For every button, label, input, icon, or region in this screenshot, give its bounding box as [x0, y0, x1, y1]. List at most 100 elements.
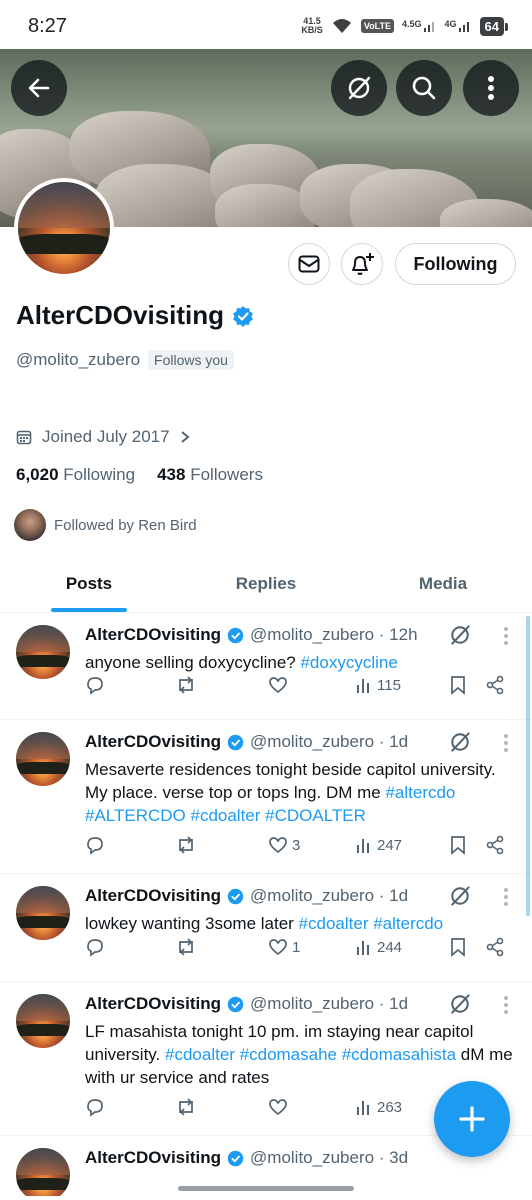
like-button[interactable]: [268, 675, 292, 695]
post-avatar[interactable]: [16, 886, 70, 940]
reply-icon: [87, 837, 103, 855]
post-avatar[interactable]: [16, 994, 70, 1048]
status-icons: 41.5 KB/S VoLTE 4.5G 4G 64: [301, 16, 509, 36]
reply-button[interactable]: [85, 1097, 105, 1117]
volte-badge: VoLTE: [360, 19, 394, 33]
grok-icon[interactable]: [448, 623, 472, 647]
home-indicator[interactable]: [178, 1186, 354, 1191]
like-button[interactable]: 1: [268, 937, 300, 957]
reply-icon: [87, 939, 103, 957]
notify-button[interactable]: [341, 243, 383, 285]
grok-icon[interactable]: [448, 730, 472, 754]
post-more-icon[interactable]: [504, 888, 508, 906]
battery-indicator: 64: [479, 16, 509, 36]
reply-button[interactable]: [85, 675, 105, 695]
bell-plus-icon: [352, 253, 374, 275]
post-author-name[interactable]: AlterCDOvisiting: [85, 732, 221, 752]
joined-text: Joined July 2017: [42, 427, 170, 446]
grok-button[interactable]: [331, 60, 387, 116]
post-item[interactable]: AlterCDOvisiting @molito_zubero · 1d low…: [0, 874, 532, 982]
post-hashtags[interactable]: #cdoalter #altercdo: [299, 914, 444, 933]
post-hashtags[interactable]: #cdoalter #cdomasahe #cdomasahista: [165, 1045, 456, 1064]
views-button[interactable]: 263: [355, 1098, 402, 1116]
follow-stats: 6,020 Following 438 Followers: [16, 465, 263, 485]
following-button[interactable]: Following: [395, 243, 516, 285]
signal-4-5g: 4.5G: [402, 19, 437, 33]
profile-avatar[interactable]: [14, 178, 114, 278]
repost-button[interactable]: [175, 835, 197, 855]
wifi-icon: [332, 19, 351, 33]
views-button[interactable]: 244: [355, 938, 402, 956]
reply-button[interactable]: [85, 937, 105, 957]
tab-media[interactable]: Media: [354, 555, 532, 612]
profile-tabs: Posts Replies Media: [0, 555, 532, 613]
followed-by[interactable]: Followed by Ren Bird: [14, 509, 197, 541]
post-avatar[interactable]: [16, 732, 70, 786]
post-author-name[interactable]: AlterCDOvisiting: [85, 1148, 221, 1168]
mail-icon: [298, 255, 320, 273]
status-time: 8:27: [28, 14, 67, 37]
more-options-button[interactable]: [463, 60, 519, 116]
tab-posts[interactable]: Posts: [0, 555, 178, 612]
scrollbar[interactable]: [526, 616, 530, 916]
status-bar: 8:27 41.5 KB/S VoLTE 4.5G 4G 64: [0, 0, 532, 52]
post-author-name[interactable]: AlterCDOvisiting: [85, 625, 221, 645]
plus-icon: [459, 1106, 485, 1132]
joined-date[interactable]: Joined July 2017: [16, 427, 190, 447]
signal-icon: [458, 22, 469, 32]
signal-4g: 4G: [445, 19, 472, 33]
compose-post-button[interactable]: [434, 1081, 510, 1157]
back-button[interactable]: [11, 60, 67, 116]
message-button[interactable]: [288, 243, 330, 285]
share-button[interactable]: [485, 835, 505, 855]
post-author-name[interactable]: AlterCDOvisiting: [85, 886, 221, 906]
post-header: AlterCDOvisiting @molito_zubero · 1d: [85, 994, 408, 1014]
verified-badge-icon: [227, 627, 244, 643]
grok-icon[interactable]: [448, 884, 472, 908]
reply-icon: [87, 1099, 103, 1117]
post-avatar[interactable]: [16, 625, 70, 679]
post-item[interactable]: AlterCDOvisiting @molito_zubero · 1d Mes…: [0, 720, 532, 874]
bookmark-button[interactable]: [449, 835, 467, 855]
post-item[interactable]: AlterCDOvisiting @molito_zubero · 12h an…: [0, 613, 532, 720]
repost-icon: [179, 1098, 193, 1116]
handle-row: @molito_zubero Follows you: [16, 350, 234, 370]
post-more-icon[interactable]: [504, 627, 508, 645]
post-author-name[interactable]: AlterCDOvisiting: [85, 994, 221, 1014]
repost-button[interactable]: [175, 1097, 197, 1117]
post-more-icon[interactable]: [504, 734, 508, 752]
repost-button[interactable]: [175, 675, 197, 695]
repost-icon: [179, 676, 193, 694]
like-button[interactable]: [268, 1097, 292, 1117]
views-icon: [357, 941, 369, 955]
search-icon: [412, 76, 436, 100]
like-button[interactable]: 3: [268, 835, 300, 855]
share-button[interactable]: [485, 937, 505, 957]
arrow-left-icon: [28, 78, 50, 98]
tab-replies[interactable]: Replies: [178, 555, 354, 612]
search-button[interactable]: [396, 60, 452, 116]
grok-icon[interactable]: [448, 992, 472, 1016]
post-meta: @molito_zubero · 1d: [250, 732, 409, 751]
bookmark-button[interactable]: [449, 675, 467, 695]
post-text: lowkey wanting 3some later #cdoalter #al…: [85, 914, 444, 933]
bookmark-icon: [451, 836, 465, 855]
verified-badge-icon: [227, 1150, 244, 1166]
views-icon: [357, 679, 369, 693]
following-stat[interactable]: 6,020 Following: [16, 465, 135, 485]
post-text: Mesaverte residences tonight beside capi…: [85, 760, 496, 825]
share-button[interactable]: [485, 675, 505, 695]
reply-button[interactable]: [85, 835, 105, 855]
heart-icon: [269, 677, 287, 694]
post-hashtags[interactable]: #doxycycline: [300, 653, 397, 672]
views-button[interactable]: 115: [355, 676, 401, 694]
bookmark-button[interactable]: [449, 937, 467, 957]
post-header: AlterCDOvisiting @molito_zubero · 1d: [85, 732, 408, 752]
heart-icon: [269, 939, 287, 956]
post-avatar[interactable]: [16, 1148, 70, 1196]
post-more-icon[interactable]: [504, 996, 508, 1014]
share-icon: [486, 675, 504, 695]
followers-stat[interactable]: 438 Followers: [157, 465, 263, 485]
repost-button[interactable]: [175, 937, 197, 957]
views-button[interactable]: 247: [355, 836, 402, 854]
